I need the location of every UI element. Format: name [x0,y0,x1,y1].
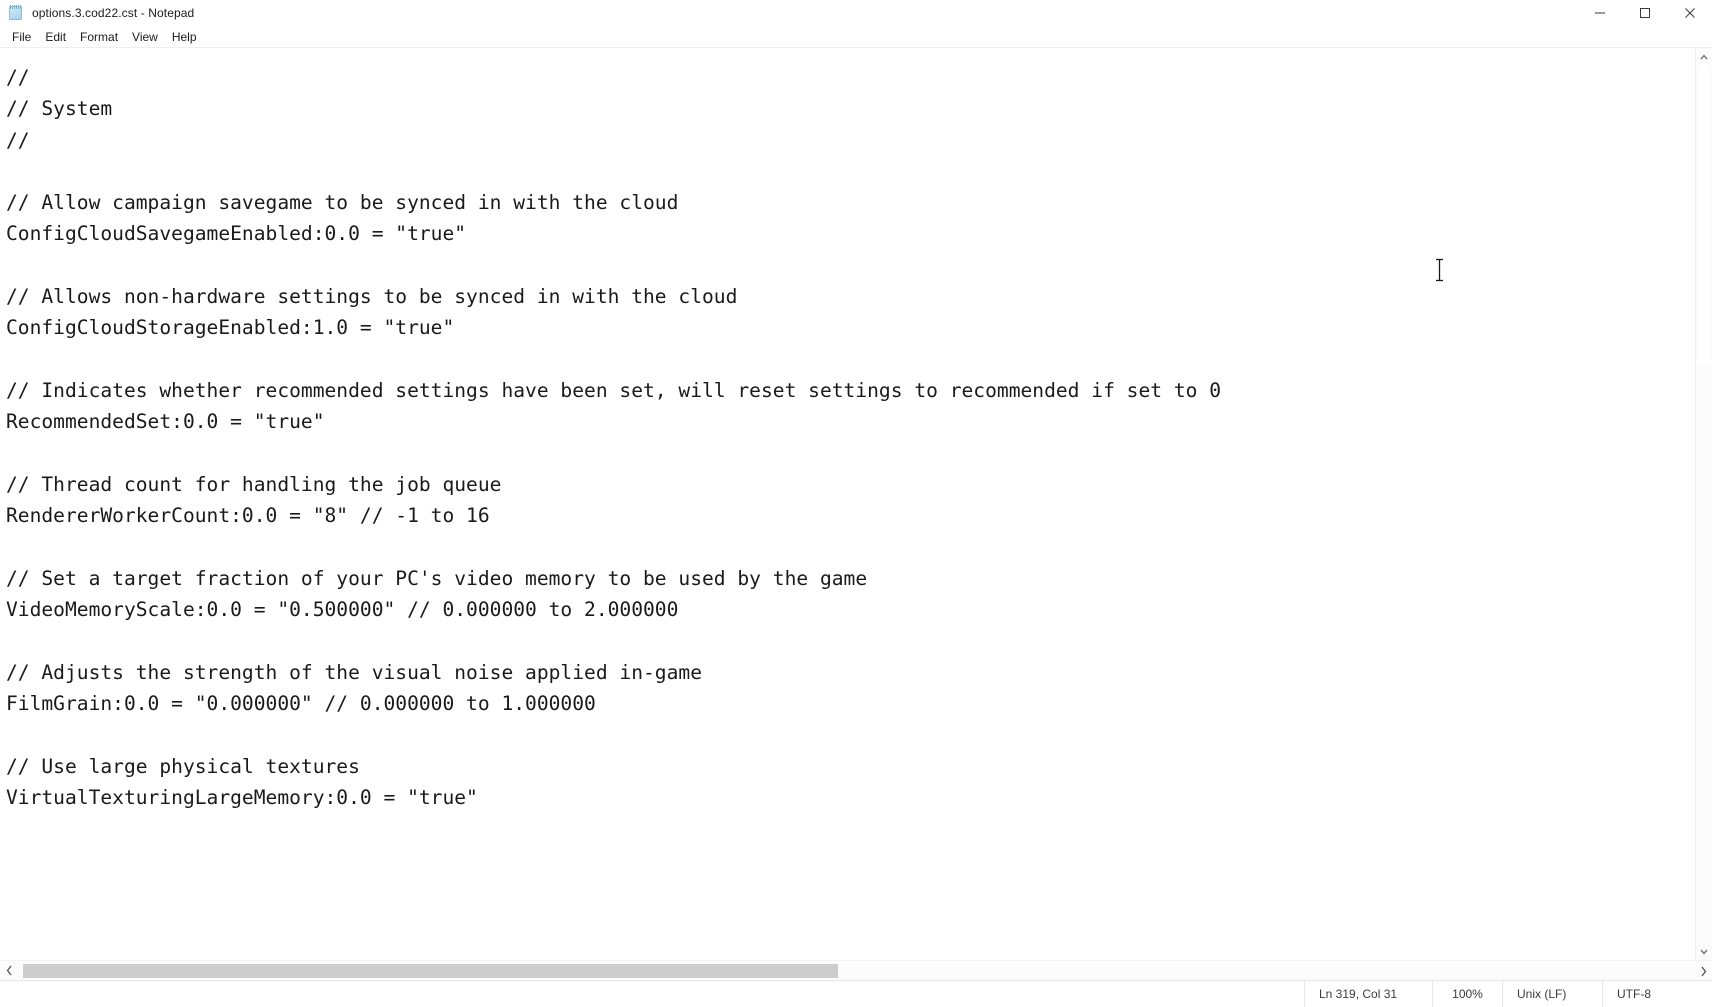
menu-item-edit[interactable]: Edit [38,28,73,46]
menu-bar: File Edit Format View Help [0,26,1712,48]
editor-content[interactable]: // // System // // Allow campaign savega… [6,62,1695,813]
menu-item-file[interactable]: File [5,28,38,46]
editor-area: // // System // // Allow campaign savega… [0,48,1712,960]
chevron-right-icon[interactable] [1694,961,1712,981]
chevron-down-icon[interactable] [1696,943,1712,960]
close-icon[interactable] [1667,0,1712,26]
status-bar: Ln 319, Col 31 100% Unix (LF) UTF-8 [0,980,1712,1007]
window-controls [1577,0,1712,26]
status-line-ending[interactable]: Unix (LF) [1502,980,1602,1007]
title-bar-left: options.3.cod22.cst - Notepad [0,5,194,21]
menu-item-format[interactable]: Format [73,28,125,46]
horizontal-scrollbar-thumb[interactable] [23,963,838,978]
status-zoom-level[interactable]: 100% [1432,980,1502,1007]
notepad-icon [8,5,24,21]
menu-item-help[interactable]: Help [165,28,204,46]
chevron-left-icon[interactable] [0,961,18,981]
status-encoding[interactable]: UTF-8 [1602,980,1712,1007]
window-title: options.3.cod22.cst - Notepad [32,6,195,20]
minimize-icon[interactable] [1577,0,1622,26]
notepad-window: options.3.cod22.cst - Notepad File Edit … [0,0,1712,1007]
vertical-scrollbar[interactable] [1695,48,1712,960]
chevron-up-icon[interactable] [1696,48,1712,65]
vertical-scrollbar-thumb[interactable] [1699,65,1710,365]
horizontal-scrollbar-track[interactable] [18,963,1712,978]
text-editor[interactable]: // // System // // Allow campaign savega… [0,48,1695,960]
maximize-icon[interactable] [1622,0,1667,26]
menu-item-view[interactable]: View [125,28,165,46]
title-bar: options.3.cod22.cst - Notepad [0,0,1712,26]
horizontal-scrollbar[interactable] [0,960,1712,980]
status-cursor-position[interactable]: Ln 319, Col 31 [1304,980,1432,1007]
